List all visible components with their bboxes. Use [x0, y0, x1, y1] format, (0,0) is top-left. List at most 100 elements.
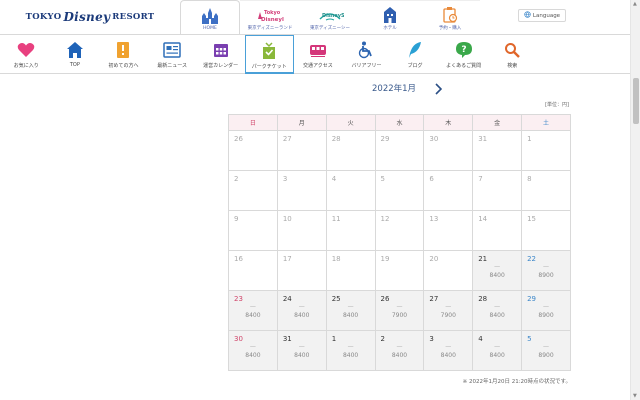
beginner-icon [114, 41, 132, 59]
day-number: 17 [282, 255, 292, 263]
nav-item-operating-calendar[interactable]: 運営カレンダー [196, 35, 245, 74]
nav-item-park-ticket[interactable]: パークチケット [244, 35, 294, 74]
calendar-day-cell-unavailable: 16 [228, 250, 278, 291]
availability-dash: — [347, 303, 354, 310]
calendar-day-cell[interactable]: 22 — 8900 [521, 250, 571, 291]
train-icon [309, 41, 327, 59]
calendar-day-cell[interactable]: 24 — 8400 [276, 290, 327, 331]
availability-dash: — [298, 343, 305, 350]
month-navigation: 2022年1月 [228, 80, 571, 96]
ticket-price: 8900 [538, 312, 554, 319]
nav-item-blog[interactable]: ブログ [391, 35, 440, 74]
calendar-day-cell-unavailable: 31 [472, 130, 523, 171]
day-number: 18 [331, 255, 341, 263]
day-number: 30 [429, 135, 439, 143]
day-number: 16 [234, 255, 243, 263]
calendar-day-cell[interactable]: 1 — 8400 [325, 330, 376, 371]
calendar-day-cell[interactable]: 28 — 8400 [472, 290, 523, 331]
calendar-day-cell-unavailable: 18 [325, 250, 376, 291]
ticket-price: 8400 [440, 352, 456, 359]
calendar-day-cell-unavailable: 27 [276, 130, 327, 171]
day-number: 9 [234, 215, 239, 223]
park-tab-tokyo-disneysea[interactable]: DisneySEA 東京ディズニーシー [300, 0, 360, 34]
chevron-right-icon [434, 81, 443, 95]
tokyo-disneyland-logo-icon: TokyoDisneyland [256, 6, 284, 24]
language-button[interactable]: Language [518, 9, 566, 22]
park-tab-home[interactable]: HOME [180, 0, 240, 34]
calendar-day-cell[interactable]: 26 — 7900 [374, 290, 425, 331]
availability-dash: — [494, 343, 501, 350]
nav-item-access[interactable]: 交通アクセス [294, 35, 343, 74]
ticket-price: 8400 [294, 352, 310, 359]
calendar-day-cell[interactable]: 3 — 8400 [423, 330, 474, 371]
nav-item-beginners[interactable]: 初めての方へ [99, 35, 148, 74]
wheelchair-icon [357, 41, 375, 59]
next-month-button[interactable] [434, 80, 443, 96]
park-tab-tokyo-disneyland[interactable]: TokyoDisneyland 東京ディズニーランド [240, 0, 300, 34]
nav-item-news[interactable]: 最新ニュース [148, 35, 197, 74]
weekday-header-wed: 水 [374, 114, 425, 131]
calendar-icon [212, 41, 230, 59]
status-note: ※ 2022年1月20日 21:20時点の状況です。 [462, 379, 571, 385]
day-number: 2 [380, 335, 385, 343]
weekday-header-sat: 土 [521, 114, 571, 131]
nav-item-label: お気に入り [13, 63, 39, 69]
day-number: 1 [527, 135, 532, 143]
logo-text-right: RESORT [112, 12, 155, 22]
nav-item-top[interactable]: TOP [51, 35, 100, 74]
day-number: 8 [527, 175, 532, 183]
day-number: 26 [380, 295, 390, 303]
calendar-day-cell[interactable]: 27 — 7900 [423, 290, 474, 331]
unit-label: [単位：円] [545, 102, 569, 108]
calendar-day-cell-unavailable: 5 [374, 170, 425, 211]
calendar-week-row: 30 — 8400 31 — 8400 1 — 8400 2 — 8400 3 — 8400 4 — 8400 5 —… [228, 330, 571, 371]
availability-dash: — [494, 263, 501, 270]
day-number: 11 [331, 215, 341, 223]
scroll-up-icon[interactable]: ▲ [633, 1, 637, 7]
calendar-day-cell[interactable]: 5 — 8900 [521, 330, 571, 371]
nav-item-label: よくあるご質問 [446, 63, 482, 69]
page-scrollbar[interactable]: ▲ ▼ [630, 0, 640, 400]
park-tab-label: 東京ディズニーランド [247, 26, 293, 31]
scrollbar-thumb[interactable] [633, 78, 639, 124]
calendar-day-cell[interactable]: 30 — 8400 [228, 330, 278, 371]
day-number: 15 [527, 215, 536, 223]
calendar-day-cell-unavailable: 2 [228, 170, 278, 211]
category-nav: お気に入り TOP 初めての方へ 最新ニュース 運営カレンダー パークチケット … [0, 34, 630, 74]
reservation-icon [436, 6, 464, 24]
ticket-price: 7900 [440, 312, 456, 319]
calendar-day-cell[interactable]: 21 — 8400 [472, 250, 523, 291]
nav-item-search[interactable]: 検索 [488, 35, 537, 74]
calendar-week-row: 9 10 11 12 13 14 15 [228, 210, 571, 251]
scroll-down-icon[interactable]: ▼ [633, 393, 637, 399]
park-tab-hotel[interactable]: ホテル [360, 0, 420, 34]
calendar-day-cell[interactable]: 2 — 8400 [374, 330, 425, 371]
nav-item-label: 初めての方へ [108, 63, 139, 69]
calendar-day-cell-unavailable: 1 [521, 130, 571, 171]
calendar-body: 26 27 28 29 30 31 1 2 3 4 5 6 7 8 9 10 11 12 13 14 15 16 17 18 1… [228, 130, 571, 371]
tokyo-disney-resort-logo[interactable]: TOKYO Disney RESORT [0, 0, 180, 34]
calendar-day-cell[interactable]: 29 — 8900 [521, 290, 571, 331]
calendar-day-cell[interactable]: 31 — 8400 [276, 330, 327, 371]
park-tab-reservation[interactable]: 予約・購入 [420, 0, 480, 34]
ticket-price: 8400 [391, 352, 408, 359]
ticket-price: 8400 [489, 272, 505, 279]
nav-item-favorites[interactable]: お気に入り [2, 35, 51, 74]
calendar-day-cell-unavailable: 26 [228, 130, 278, 171]
calendar-day-cell[interactable]: 25 — 8400 [325, 290, 376, 331]
nav-item-label: 最新ニュース [157, 63, 187, 69]
calendar-week-row: 26 27 28 29 30 31 1 [228, 130, 571, 171]
calendar-day-cell[interactable]: 4 — 8400 [472, 330, 523, 371]
calendar-day-cell-unavailable: 13 [423, 210, 474, 251]
day-number: 12 [380, 215, 390, 223]
day-number: 6 [429, 175, 434, 183]
top-header: TOKYO Disney RESORT HOME TokyoDisneyland… [0, 0, 630, 34]
calendar-day-cell-unavailable: 20 [423, 250, 474, 291]
calendar-day-cell-unavailable: 29 [374, 130, 425, 171]
nav-item-barrier-free[interactable]: バリアフリー [342, 35, 391, 74]
nav-item-faq[interactable]: ? よくあるご質問 [439, 35, 488, 74]
calendar-day-cell[interactable]: 23 — 8400 [228, 290, 278, 331]
svg-text:DisneySEA: DisneySEA [322, 13, 344, 19]
svg-text:Tokyo: Tokyo [264, 10, 281, 16]
calendar-week-row: 2 3 4 5 6 7 8 [228, 170, 571, 211]
